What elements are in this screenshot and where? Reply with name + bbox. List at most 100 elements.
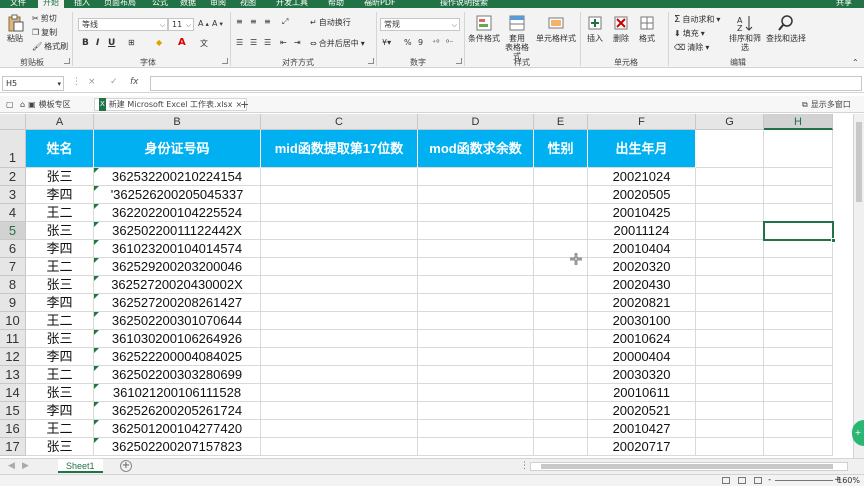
row-header-1[interactable]: 1 [0,130,26,168]
table-cell[interactable] [418,348,534,366]
font-size-combo[interactable]: 11 ⌵ [168,18,194,31]
table-cell[interactable] [418,186,534,204]
align-top-icon[interactable]: ≡ [236,17,243,26]
grid-cell[interactable] [696,258,764,276]
table-cell[interactable] [418,420,534,438]
grid-cell[interactable] [764,348,833,366]
sort-filter-button[interactable]: AZ 排序和筛选 [726,14,764,52]
grid-cell[interactable] [764,330,833,348]
table-cell[interactable]: 李四 [26,348,94,366]
workbook-tab[interactable]: X 新建 Microsoft Excel 工作表.xlsx × [94,98,248,111]
grid-cell[interactable] [764,204,833,222]
table-cell[interactable]: 362522200004084025 [94,348,261,366]
clear-button[interactable]: ⌫ 清除 ▾ [674,42,709,53]
format-as-table-button[interactable]: 套用 表格格式 [502,14,532,61]
underline-button[interactable]: U [108,38,115,48]
cancel-entry-button[interactable]: × [88,77,96,87]
table-cell[interactable]: 20020320 [588,258,696,276]
grid-cell[interactable] [696,204,764,222]
column-header-d[interactable]: D [418,114,534,130]
tab-foxit-pdf[interactable]: 福昕PDF [364,0,396,8]
number-launcher-icon[interactable] [456,58,462,64]
vertical-scroll-thumb[interactable] [856,122,862,202]
table-cell[interactable] [418,294,534,312]
tab-developer[interactable]: 开发工具 [276,0,308,8]
grid-cell[interactable] [696,130,764,168]
table-cell[interactable] [261,348,418,366]
grid-cell[interactable] [696,438,764,456]
align-left-icon[interactable]: ☰ [236,38,243,47]
row-header-17[interactable]: 17 [0,438,26,456]
table-cell[interactable] [261,258,418,276]
align-bottom-icon[interactable]: ≡ [264,17,271,26]
table-header-cell[interactable]: 出生年月 [588,130,696,168]
table-cell[interactable] [534,294,588,312]
number-format-combo[interactable]: 常规 ⌵ [380,18,460,31]
cell-styles-button[interactable]: 单元格样式 [536,14,576,43]
grid-cell[interactable] [696,420,764,438]
font-launcher-icon[interactable] [222,58,228,64]
worksheet-grid[interactable]: ABCDEFGH 1 姓名 身份证号码 mid函数提取第17位数 mod函数求余数 性别出… [0,114,853,458]
table-cell[interactable]: 李四 [26,402,94,420]
italic-button[interactable]: I [96,38,99,48]
grid-cell[interactable] [764,186,833,204]
grid-cell[interactable] [696,276,764,294]
format-cells-button[interactable]: 格式 [638,14,656,43]
autosum-button[interactable]: Σ 自动求和 ▾ [674,14,720,25]
table-cell[interactable]: 361030200106264926 [94,330,261,348]
table-cell[interactable]: 王二 [26,204,94,222]
table-cell[interactable] [534,330,588,348]
table-cell[interactable]: 362202200104225524 [94,204,261,222]
active-cell-selection[interactable] [763,221,836,243]
table-cell[interactable]: 张三 [26,168,94,186]
alignment-launcher-icon[interactable] [368,58,374,64]
font-color-icon[interactable]: A [178,37,186,48]
horizontal-scroll-thumb[interactable] [541,464,833,469]
table-cell[interactable] [534,402,588,420]
table-cell[interactable] [534,438,588,456]
delete-cells-button[interactable]: 删除 [612,14,630,43]
decrease-decimal-icon[interactable]: ⁰⁻ [446,38,453,47]
comma-button[interactable]: 9 [418,38,423,47]
next-sheet-icon[interactable]: ▶ [22,461,29,471]
row-header-7[interactable]: 7 [0,258,26,276]
tab-help[interactable]: 帮助 [328,0,344,8]
normal-view-icon[interactable] [722,477,730,484]
collapse-ribbon-icon[interactable]: ⌃ [852,58,859,67]
row-header-9[interactable]: 9 [0,294,26,312]
table-cell[interactable] [418,366,534,384]
table-cell[interactable]: 20010611 [588,384,696,402]
grid-cell[interactable] [696,294,764,312]
row-header-14[interactable]: 14 [0,384,26,402]
table-cell[interactable] [261,366,418,384]
align-right-icon[interactable]: ☰ [264,38,271,47]
formula-input[interactable] [150,76,862,91]
grid-cell[interactable] [696,312,764,330]
table-cell[interactable] [418,438,534,456]
grid-cell[interactable] [764,366,833,384]
copy-button[interactable]: ❐ 复制 [32,27,57,38]
column-header-a[interactable]: A [26,114,94,130]
table-cell[interactable] [261,330,418,348]
table-cell[interactable] [534,186,588,204]
table-cell[interactable]: 362501200104277420 [94,420,261,438]
table-cell[interactable]: 张三 [26,222,94,240]
borders-icon[interactable]: ⊞ [128,38,135,47]
table-cell[interactable] [261,384,418,402]
table-cell[interactable] [534,222,588,240]
merge-center-button[interactable]: ⇔ 合并后居中 ▾ [310,38,365,49]
grid-cell[interactable] [764,402,833,420]
fill-button[interactable]: ⬇ 填充 ▾ [674,28,705,39]
sheet-tab-sheet1[interactable]: Sheet1 [58,459,103,473]
grid-cell[interactable] [696,222,764,240]
table-cell[interactable]: 张三 [26,384,94,402]
cut-button[interactable]: ✂ 剪切 [32,13,57,24]
row-header-16[interactable]: 16 [0,420,26,438]
table-header-cell[interactable]: 姓名 [26,130,94,168]
table-cell[interactable] [418,384,534,402]
table-cell[interactable]: 362526200205261724 [94,402,261,420]
row-header-3[interactable]: 3 [0,186,26,204]
phonetic-icon[interactable]: 文 [200,38,208,49]
row-header-5[interactable]: 5 [0,222,26,240]
table-header-cell[interactable]: 性别 [534,130,588,168]
